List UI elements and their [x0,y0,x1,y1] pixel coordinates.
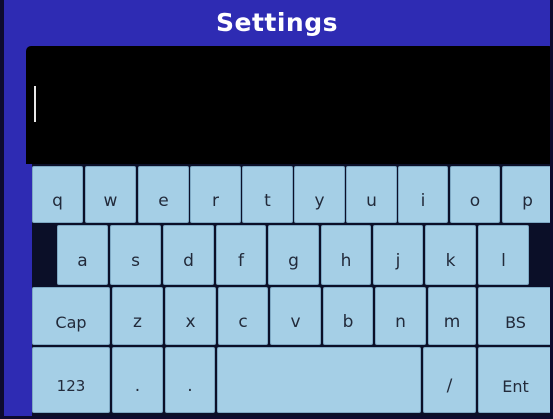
text-cursor [34,86,36,122]
key-slash[interactable]: / [423,347,476,413]
key-m[interactable]: m [428,287,476,345]
key-c-label: c [238,312,248,332]
key-e[interactable]: e [138,166,189,223]
enter-key-label: Ent [502,376,529,396]
key-o-label: o [469,190,481,211]
key-s-label: s [131,251,140,271]
key-w[interactable]: w [85,166,136,223]
key-s[interactable]: s [110,225,161,285]
key-x[interactable]: x [165,287,216,345]
key-j[interactable]: j [373,225,423,285]
backspace-key[interactable]: BS [478,287,550,345]
key-f-label: f [238,251,244,271]
key-y-label: y [314,190,325,211]
key-y[interactable]: y [294,166,345,223]
key-n-label: n [395,312,406,332]
key-g[interactable]: g [268,225,319,285]
key-b-label: b [342,312,354,332]
key-v-label: v [290,312,301,332]
key-d[interactable]: d [163,225,214,285]
key-o[interactable]: o [450,166,500,223]
key-t-label: t [264,190,271,211]
key-a-label: a [77,251,88,271]
key-u-label: u [366,190,377,211]
key-i-label: i [420,190,426,211]
title-bar: Settings [4,0,550,44]
key-i[interactable]: i [398,166,448,223]
key-k-label: k [445,251,456,271]
key-w-label: w [103,190,118,211]
key-q[interactable]: q [32,166,83,223]
key-x-label: x [185,312,196,332]
page-title: Settings [215,7,338,37]
key-z-label: z [133,312,142,332]
key-period-2-label: . [187,376,193,396]
key-period-2[interactable]: . [165,347,215,413]
key-slash-label: / [446,376,453,396]
key-p-label: p [522,190,533,211]
numeric-mode-key-label: 123 [56,377,86,395]
key-l[interactable]: l [478,225,529,285]
on-screen-keyboard: q w e r t y u i o p a s d f g h j k l Ca… [32,164,550,416]
key-k[interactable]: k [425,225,476,285]
caps-lock-key-label: Cap [55,312,87,332]
key-e-label: e [158,190,169,211]
key-j-label: j [395,251,401,271]
key-u[interactable]: u [346,166,397,223]
key-b[interactable]: b [323,287,373,345]
key-h[interactable]: h [321,225,371,285]
key-period[interactable]: . [112,347,163,413]
key-period-label: . [134,376,141,396]
key-a[interactable]: a [57,225,108,285]
text-input-field[interactable] [26,46,550,164]
key-n[interactable]: n [375,287,426,345]
key-r-label: r [212,190,219,211]
key-g-label: g [288,251,299,271]
key-d-label: d [183,251,194,271]
key-m-label: m [443,312,461,332]
key-z[interactable]: z [112,287,163,345]
caps-lock-key[interactable]: Cap [32,287,110,345]
key-p[interactable]: p [502,166,550,223]
key-r[interactable]: r [190,166,241,223]
key-q-label: q [52,190,63,211]
enter-key[interactable]: Ent [478,347,550,413]
device-screen: Settings q w e r t y u i o p a s d f g h… [0,0,553,419]
key-c[interactable]: c [218,287,268,345]
key-f[interactable]: f [216,225,266,285]
key-t[interactable]: t [242,166,293,223]
backspace-key-label: BS [505,312,526,332]
numeric-mode-key[interactable]: 123 [32,347,110,413]
space-key[interactable] [217,347,421,413]
key-l-label: l [501,251,506,271]
key-v[interactable]: v [270,287,321,345]
key-h-label: h [340,251,352,271]
